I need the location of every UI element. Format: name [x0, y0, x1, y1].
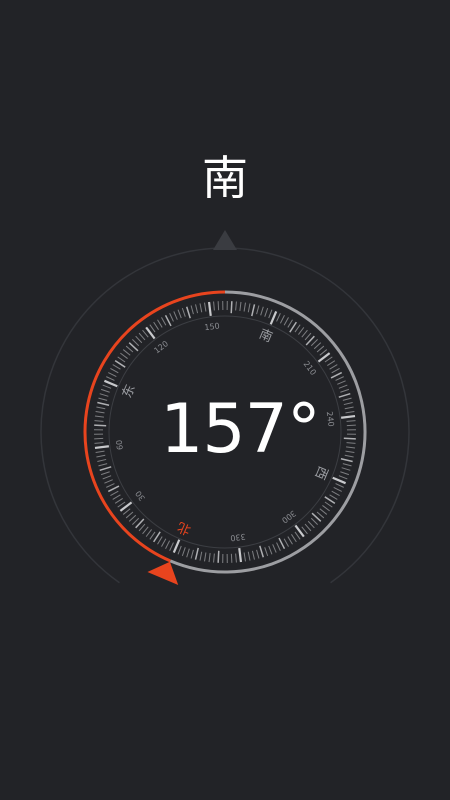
north-marker-icon [147, 561, 179, 586]
dial-degree-label: 60 [115, 439, 125, 450]
dial-degree-label: 150 [204, 321, 220, 332]
heading-readout: 157° [160, 390, 321, 469]
dial-tick [217, 550, 220, 563]
dial-degree-label: 330 [230, 532, 246, 543]
dial-degree-label: 240 [325, 411, 336, 427]
top-pointer-icon [213, 230, 237, 250]
compass-screen: 南 30 60 120 150 210 240 300 330 北东南西 157° [0, 0, 450, 800]
north-marker-triangle [147, 561, 179, 586]
dial-tick [343, 437, 356, 440]
dial-tick [94, 424, 107, 427]
dial-tick [230, 301, 233, 314]
